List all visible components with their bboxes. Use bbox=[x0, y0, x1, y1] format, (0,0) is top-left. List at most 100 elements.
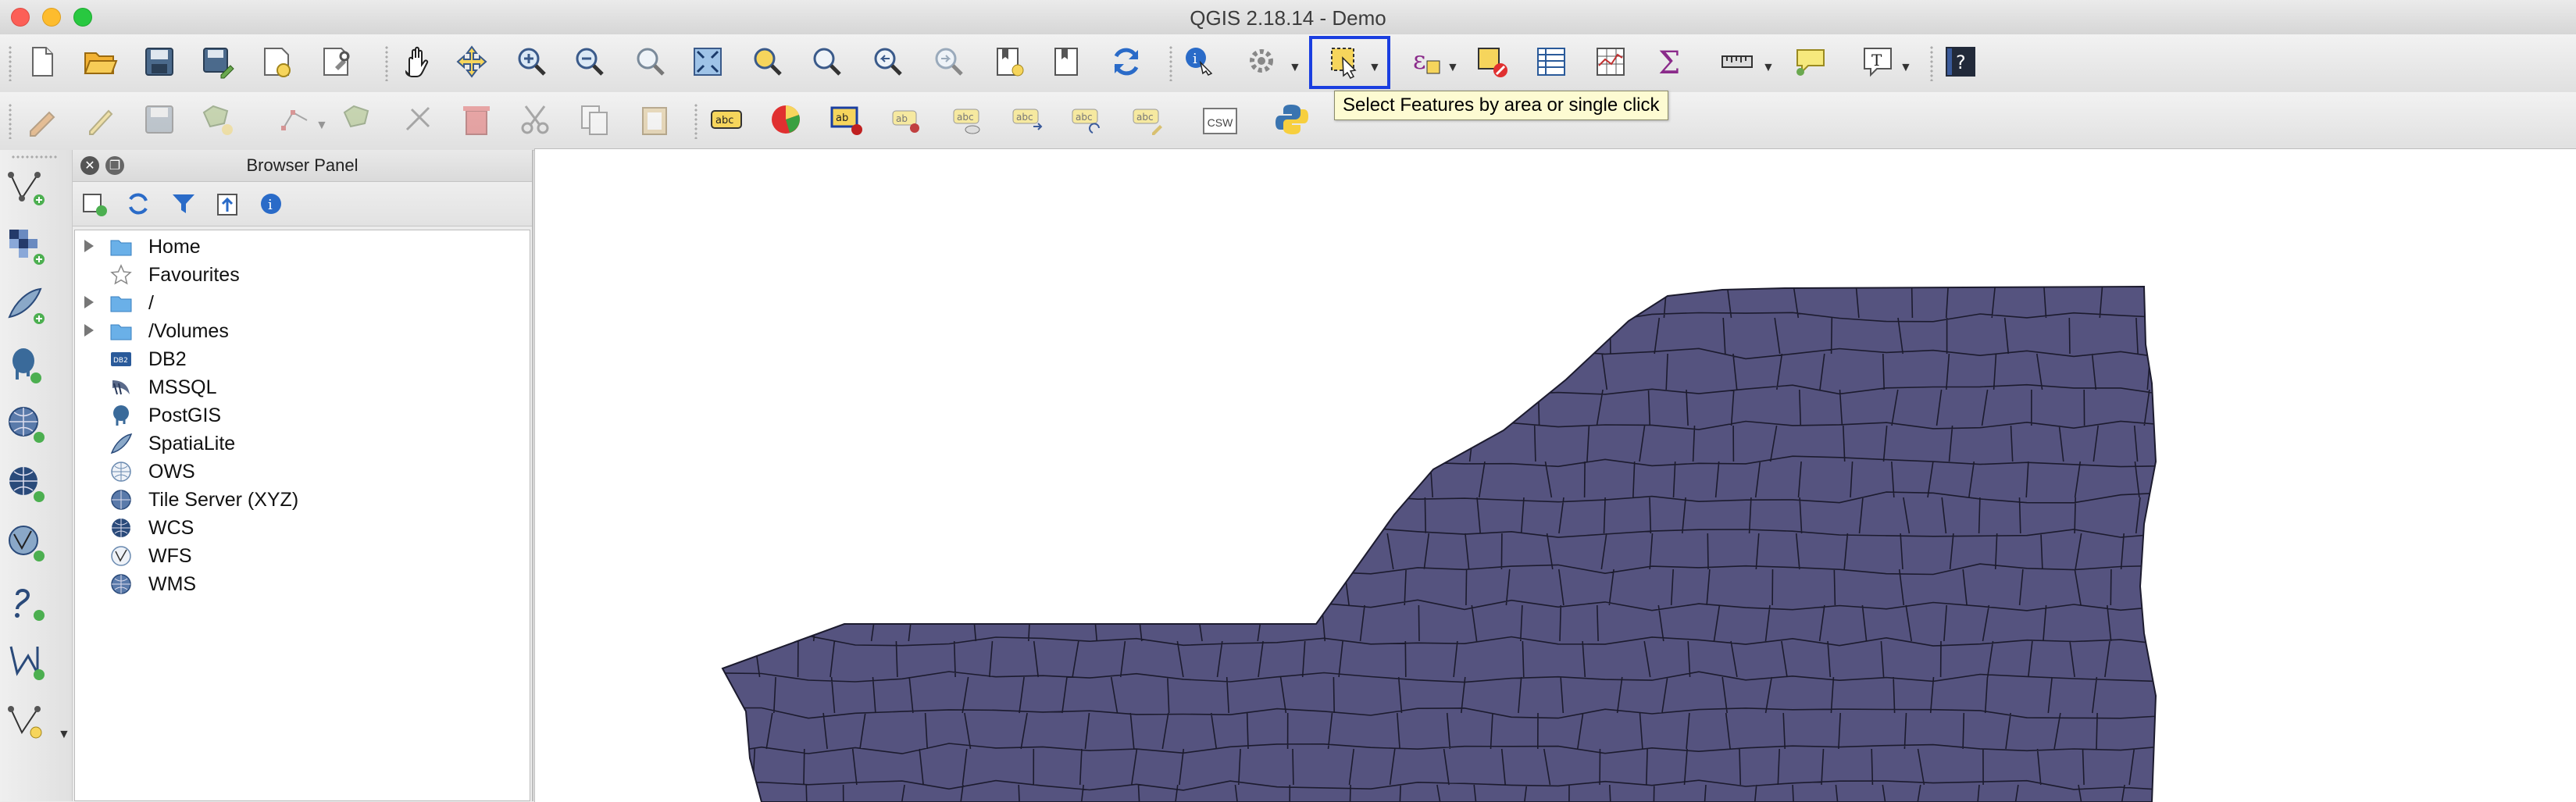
toolbar-grip[interactable] bbox=[384, 45, 389, 81]
map-canvas[interactable] bbox=[534, 148, 2576, 802]
new-bookmark-button[interactable] bbox=[989, 43, 1029, 84]
add-feature-button[interactable] bbox=[197, 101, 237, 141]
select-by-expression-button[interactable]: ε bbox=[1406, 43, 1447, 84]
collapse-all-button[interactable] bbox=[213, 190, 241, 218]
add-virtual-layer-button[interactable] bbox=[5, 640, 48, 684]
tree-item-tile-server-xyz[interactable]: Tile Server (XYZ) bbox=[75, 487, 528, 513]
toolbar-grip[interactable] bbox=[694, 103, 698, 139]
new-print-composer-button[interactable] bbox=[256, 43, 297, 84]
toolbar-grip[interactable] bbox=[8, 45, 12, 81]
toolbar-grip[interactable] bbox=[1168, 45, 1173, 81]
add-raster-layer-button[interactable] bbox=[5, 225, 48, 269]
open-project-button[interactable] bbox=[80, 43, 120, 84]
delete-selected-button[interactable] bbox=[456, 101, 497, 141]
refresh-browser-button[interactable] bbox=[124, 190, 152, 218]
enable-properties-button[interactable]: i bbox=[257, 190, 285, 218]
field-calculator-button[interactable]: Σ bbox=[1650, 43, 1690, 84]
show-bookmarks-button[interactable] bbox=[1047, 43, 1087, 84]
tree-item-volumes[interactable]: /Volumes bbox=[75, 318, 528, 344]
annotation-dropdown[interactable]: ▼ bbox=[1900, 61, 1912, 75]
add-vector-layer-button[interactable] bbox=[5, 166, 48, 209]
zoom-in-button[interactable] bbox=[511, 43, 551, 84]
composer-manager-button[interactable] bbox=[316, 43, 356, 84]
diagram-button[interactable] bbox=[765, 101, 806, 141]
add-postgis-layer-button[interactable] bbox=[5, 344, 48, 387]
pan-to-selection-button[interactable] bbox=[451, 43, 492, 84]
tree-item-db2[interactable]: DB2 DB2 bbox=[75, 346, 528, 372]
tree-item-label: /Volumes bbox=[148, 320, 229, 342]
tree-item-home[interactable]: Home bbox=[75, 233, 528, 260]
tree-item-postgis[interactable]: PostGIS bbox=[75, 402, 528, 429]
zoom-last-button[interactable] bbox=[867, 43, 908, 84]
action-dropdown[interactable]: ▼ bbox=[1289, 61, 1301, 75]
move-label-button[interactable]: abc bbox=[1008, 101, 1048, 141]
zoom-to-layer-button[interactable] bbox=[806, 43, 847, 84]
filter-files-button[interactable] bbox=[169, 190, 198, 218]
add-selected-layers-button[interactable] bbox=[80, 190, 109, 218]
current-edits-button[interactable] bbox=[22, 101, 62, 141]
add-delimited-text-layer-button[interactable] bbox=[5, 581, 48, 625]
action-button[interactable] bbox=[1242, 43, 1283, 84]
pin-labels-button[interactable]: ab bbox=[826, 101, 867, 141]
tree-item-favourites[interactable]: Favourites bbox=[75, 262, 528, 288]
zoom-native-button[interactable] bbox=[630, 43, 670, 84]
zoom-full-button[interactable] bbox=[687, 43, 728, 84]
csw-button[interactable]: CSW bbox=[1200, 101, 1240, 141]
map-tips-button[interactable] bbox=[1790, 43, 1831, 84]
digitize-tool-button[interactable] bbox=[398, 101, 439, 141]
help-button[interactable]: ? bbox=[1940, 43, 1981, 84]
save-project-button[interactable] bbox=[139, 43, 180, 84]
vertex-tool-dropdown[interactable]: ▼ bbox=[316, 119, 328, 133]
copy-features-button[interactable] bbox=[575, 101, 615, 141]
toolbar-grip[interactable] bbox=[11, 155, 58, 159]
save-edits-button[interactable] bbox=[139, 101, 180, 141]
wfs-icon bbox=[109, 544, 133, 568]
add-wms-layer-button[interactable] bbox=[5, 403, 48, 447]
change-label-button[interactable]: abc bbox=[1128, 101, 1168, 141]
svg-text:ε: ε bbox=[1413, 45, 1426, 75]
new-layer-dropdown[interactable]: ▼ bbox=[58, 728, 70, 742]
label-button[interactable]: abc bbox=[706, 101, 747, 141]
pan-button[interactable] bbox=[395, 43, 436, 84]
expand-arrow-icon[interactable] bbox=[84, 240, 94, 252]
select-expression-dropdown[interactable]: ▼ bbox=[1447, 61, 1459, 75]
add-wcs-layer-button[interactable] bbox=[5, 462, 48, 506]
measure-dropdown[interactable]: ▼ bbox=[1762, 61, 1775, 75]
tree-item-wfs[interactable]: WFS bbox=[75, 543, 528, 569]
attribute-table-button[interactable] bbox=[1531, 43, 1572, 84]
tree-item-wcs[interactable]: WCS bbox=[75, 515, 528, 541]
expand-arrow-icon[interactable] bbox=[84, 324, 94, 337]
toolbar-grip[interactable] bbox=[8, 103, 12, 139]
save-as-button[interactable] bbox=[197, 43, 237, 84]
add-spatialite-layer-button[interactable] bbox=[5, 284, 48, 328]
tree-item-spatialite[interactable]: SpatiaLite bbox=[75, 430, 528, 457]
measure-button[interactable] bbox=[1717, 43, 1757, 84]
cut-features-button[interactable] bbox=[516, 101, 556, 141]
expand-arrow-icon[interactable] bbox=[84, 296, 94, 308]
text-annotation-button[interactable]: T bbox=[1857, 43, 1898, 84]
python-console-button[interactable] bbox=[1272, 101, 1312, 141]
vertex-tool-button[interactable] bbox=[275, 101, 316, 141]
rotate-label-button[interactable]: abc bbox=[1067, 101, 1108, 141]
tree-item-[interactable]: / bbox=[75, 290, 528, 316]
refresh-button[interactable] bbox=[1106, 43, 1147, 84]
deselect-button[interactable] bbox=[1472, 43, 1512, 84]
identify-button[interactable]: i bbox=[1178, 43, 1218, 84]
statistics-button[interactable] bbox=[1590, 43, 1631, 84]
zoom-to-selection-button[interactable] bbox=[747, 43, 787, 84]
zoom-next-button[interactable] bbox=[928, 43, 969, 84]
new-project-button[interactable] bbox=[22, 43, 62, 84]
show-hide-labels-button[interactable]: abc bbox=[947, 101, 987, 141]
node-tool-button[interactable] bbox=[337, 101, 378, 141]
highlight-pinned-button[interactable]: ab bbox=[886, 101, 926, 141]
tree-item-ows[interactable]: OWS bbox=[75, 458, 528, 485]
zoom-out-button[interactable] bbox=[569, 43, 609, 84]
zoom-to-layer-icon bbox=[808, 44, 844, 84]
new-vector-layer-button[interactable] bbox=[5, 700, 48, 743]
toolbar-grip[interactable] bbox=[1929, 45, 1934, 81]
tree-item-mssql[interactable]: MSSQL bbox=[75, 374, 528, 401]
tree-item-wms[interactable]: WMS bbox=[75, 571, 528, 597]
paste-features-button[interactable] bbox=[634, 101, 675, 141]
toggle-editing-button[interactable] bbox=[80, 101, 120, 141]
add-wfs-layer-button[interactable] bbox=[5, 522, 48, 565]
